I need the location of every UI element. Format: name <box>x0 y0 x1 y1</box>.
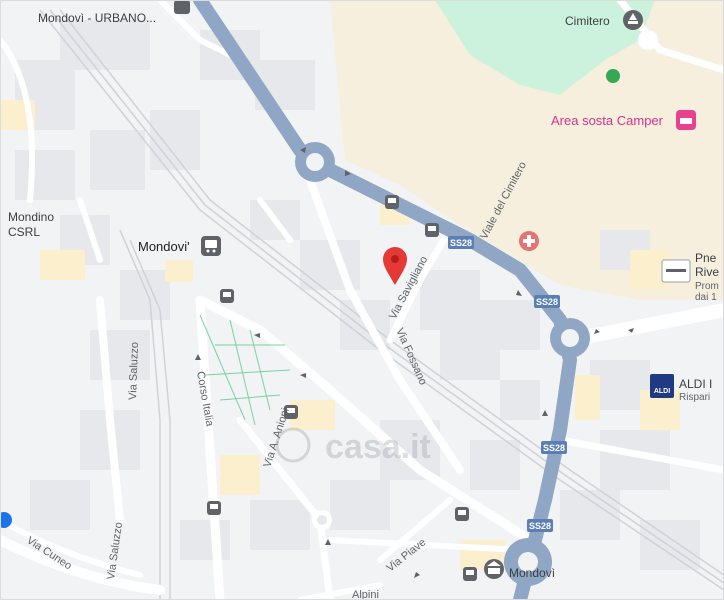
svg-text:ALDI: ALDI <box>654 388 670 395</box>
pharmacy-icon[interactable] <box>519 231 539 251</box>
place-label-pne[interactable]: Pne <box>695 251 717 265</box>
street-label-alpini: Alpini <box>352 589 379 600</box>
ss28-shield-3: SS28 <box>541 441 567 454</box>
bus-stop-icon-5[interactable] <box>207 501 221 515</box>
store-logo-icon[interactable] <box>661 259 691 283</box>
place-label-mondovi-bottom[interactable]: Mondovì <box>509 566 555 580</box>
aldi-logo-icon[interactable]: ALDI <box>650 374 674 398</box>
place-label-csrl[interactable]: CSRL <box>8 225 40 239</box>
bus-stop-icon-6[interactable] <box>455 507 469 521</box>
street-label-via-saluzzo-1: Via Saluzzo <box>127 342 141 400</box>
bus-stop-icon-2[interactable] <box>425 223 439 237</box>
cemetery-icon[interactable] <box>623 10 643 30</box>
place-label-rive[interactable]: Rive <box>695 265 719 279</box>
place-label-mondovi-urbano[interactable]: Mondovì - URBANO... <box>38 11 156 25</box>
train-station-icon[interactable] <box>201 236 221 256</box>
place-label-prom: Prom <box>695 281 719 292</box>
svg-text:SS28: SS28 <box>450 238 472 248</box>
svg-text:casa.it: casa.it <box>325 428 431 466</box>
ss28-shield-1: SS28 <box>448 236 474 249</box>
bus-stop-icon-3[interactable] <box>220 289 234 303</box>
place-label-aldi[interactable]: ALDI I <box>679 377 712 391</box>
bus-stop-icon-8[interactable] <box>174 0 190 14</box>
svg-text:SS28: SS28 <box>536 297 558 307</box>
ss28-shield-4: SS28 <box>527 519 553 532</box>
parking-icon[interactable] <box>606 69 620 83</box>
museum-icon[interactable] <box>484 559 504 579</box>
map-canvas[interactable]: SS28 SS28 SS28 SS28 ALDI casa.it Mondovì… <box>0 0 724 600</box>
camper-icon[interactable] <box>676 110 696 130</box>
bus-stop-icon-1[interactable] <box>385 195 399 209</box>
place-label-mondino[interactable]: Mondino <box>8 210 54 224</box>
bus-stop-icon-7[interactable] <box>463 567 477 581</box>
place-label-cimitero[interactable]: Cimitero <box>565 14 610 28</box>
place-label-rispar: Rispari <box>679 392 710 403</box>
svg-text:SS28: SS28 <box>529 521 551 531</box>
place-label-dai: dai 1 <box>695 292 717 303</box>
ss28-shield-2: SS28 <box>534 295 560 308</box>
place-label-area-sosta[interactable]: Area sosta Camper <box>551 113 664 128</box>
place-label-mondovi-station[interactable]: Mondovi' <box>138 239 190 254</box>
svg-text:SS28: SS28 <box>543 443 565 453</box>
